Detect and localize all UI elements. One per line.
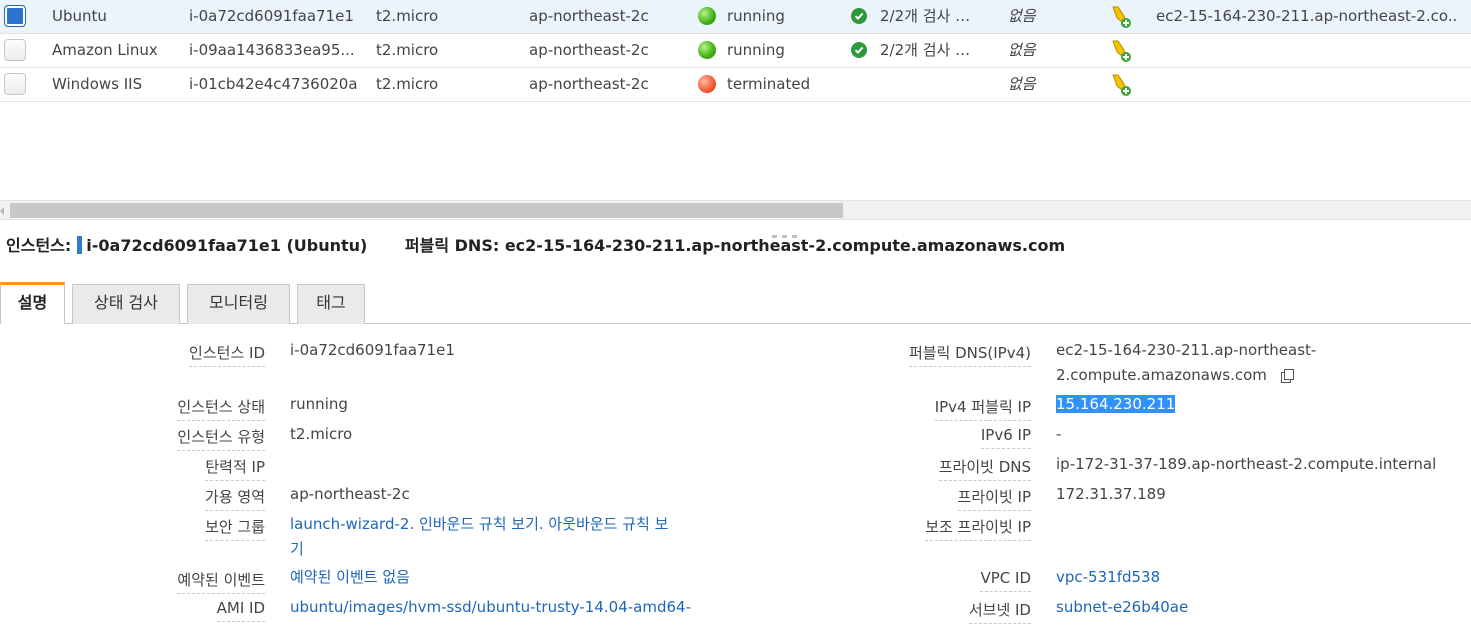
instance-id-value: i-0a72cd6091faa71e1 xyxy=(290,341,455,359)
instance-state-value: running xyxy=(290,395,348,413)
horizontal-scrollbar[interactable] xyxy=(0,200,1471,220)
detail-label: 인스턴스 ID xyxy=(189,342,265,367)
detail-label: AMI ID xyxy=(216,599,265,622)
check-passed-icon xyxy=(851,42,867,58)
instance-detail-header: 인스턴스: i-0a72cd6091faa71e1 (Ubuntu) 퍼블릭 DN… xyxy=(6,234,1065,258)
status-check: 2/2개 검사 … xyxy=(880,41,971,59)
table-row[interactable]: Ubuntu i-0a72cd6091faa71e1 t2.micro ap-n… xyxy=(0,0,1471,34)
detail-tabs: 설명 상태 검사 모니터링 태그 xyxy=(0,282,1471,324)
detail-label: 인스턴스 상태 xyxy=(177,396,265,421)
subnet-id-link[interactable]: subnet-e26b40ae xyxy=(1056,594,1188,620)
public-dns xyxy=(1156,68,1456,101)
private-ip-value: 172.31.37.189 xyxy=(1056,485,1166,503)
instance-type: t2.micro xyxy=(376,7,439,25)
availability-zone: ap-northeast-2c xyxy=(529,7,649,25)
selection-color-bar xyxy=(77,236,83,254)
public-dns: ec2-15-164-230-211.ap-northeast-2.co... xyxy=(1156,7,1456,25)
ipv6-ip-value: - xyxy=(1056,425,1062,443)
public-dns-ipv4-value-cont: 2.compute.amazonaws.com xyxy=(1056,362,1294,388)
public-dns-value: ec2-15-164-230-211.ap-northeast-2.comput… xyxy=(504,236,1066,255)
instance-id: i-09aa1436833ea95... xyxy=(189,41,355,59)
check-passed-icon xyxy=(851,8,867,24)
alarm-status: 없음 xyxy=(1008,75,1036,93)
row-checkbox[interactable] xyxy=(4,73,26,95)
detail-label: 보안 그룹 xyxy=(205,516,265,541)
panel-resize-handle[interactable] xyxy=(772,224,808,238)
instance-state: running xyxy=(727,7,785,25)
detail-label: 탄력적 IP xyxy=(205,456,265,481)
instance-state: terminated xyxy=(727,75,811,93)
tab-monitoring[interactable]: 모니터링 xyxy=(187,284,290,324)
instance-name: Ubuntu xyxy=(52,7,107,25)
scheduled-events-link[interactable]: 예약된 이벤트 없음 xyxy=(290,564,410,590)
security-group-link-cont[interactable]: 기 xyxy=(290,536,304,562)
status-check: 2/2개 검사 … xyxy=(880,7,971,25)
alarm-status: 없음 xyxy=(1008,41,1036,59)
instance-table: Ubuntu i-0a72cd6091faa71e1 t2.micro ap-n… xyxy=(0,0,1471,102)
add-alarm-icon[interactable] xyxy=(1108,4,1134,30)
instance-type-value: t2.micro xyxy=(290,425,353,443)
detail-label: IPv6 IP xyxy=(980,426,1031,449)
instance-label: 인스턴스: xyxy=(6,236,72,255)
scroll-left-arrow-icon[interactable] xyxy=(0,207,4,215)
detail-label: IPv4 퍼블릭 IP xyxy=(934,396,1031,421)
selected-text: 15.164.230.211 xyxy=(1056,395,1176,413)
instance-id: i-01cb42e4c4736020a xyxy=(189,75,357,93)
running-status-icon xyxy=(698,41,716,59)
row-checkbox[interactable] xyxy=(4,5,26,27)
private-dns-value: ip-172-31-37-189.ap-northeast-2.compute.… xyxy=(1056,455,1437,473)
instance-value: i-0a72cd6091faa71e1 (Ubuntu) xyxy=(86,236,368,255)
instance-name: Amazon Linux xyxy=(52,41,158,59)
tab-tags[interactable]: 태그 xyxy=(297,284,365,324)
description-panel: 인스턴스 ID 인스턴스 상태 인스턴스 유형 탄력적 IP 가용 영역 보안 … xyxy=(0,324,1471,627)
detail-label: 프라이빗 IP xyxy=(957,486,1031,511)
detail-label: 가용 영역 xyxy=(205,486,265,511)
running-status-icon xyxy=(698,7,716,25)
security-group-link[interactable]: launch-wizard-2. 인바운드 규칙 보기. 아웃바운드 규칙 보 xyxy=(290,511,668,537)
status-check xyxy=(880,68,985,101)
tab-description[interactable]: 설명 xyxy=(0,282,65,324)
terminated-status-icon xyxy=(698,75,716,93)
instance-id: i-0a72cd6091faa71e1 xyxy=(189,7,354,25)
public-dns-ipv4-value: ec2-15-164-230-211.ap-northeast- xyxy=(1056,341,1317,359)
ami-id-link[interactable]: ubuntu/images/hvm-ssd/ubuntu-trusty-14.0… xyxy=(290,594,691,620)
copy-icon[interactable] xyxy=(1280,369,1294,383)
scrollbar-thumb[interactable] xyxy=(10,203,843,218)
detail-label: 퍼블릭 DNS(IPv4) xyxy=(908,342,1031,367)
instance-state: running xyxy=(727,41,785,59)
row-checkbox[interactable] xyxy=(4,39,26,61)
alarm-status: 없음 xyxy=(1008,7,1036,25)
public-dns xyxy=(1156,34,1456,67)
add-alarm-icon[interactable] xyxy=(1108,72,1134,98)
instance-type: t2.micro xyxy=(376,75,439,93)
detail-label: 보조 프라이빗 IP xyxy=(925,516,1031,541)
table-row[interactable]: Amazon Linux i-09aa1436833ea95... t2.mic… xyxy=(0,34,1471,68)
detail-label: 프라이빗 DNS xyxy=(938,456,1031,481)
availability-zone-value: ap-northeast-2c xyxy=(290,485,410,503)
detail-label: 인스턴스 유형 xyxy=(177,426,265,451)
public-dns-label: 퍼블릭 DNS: xyxy=(404,236,500,255)
table-row[interactable]: Windows IIS i-01cb42e4c4736020a t2.micro… xyxy=(0,68,1471,102)
detail-label: 서브넷 ID xyxy=(968,599,1031,624)
vpc-id-link[interactable]: vpc-531fd538 xyxy=(1056,564,1160,590)
instance-name: Windows IIS xyxy=(52,75,143,93)
detail-label: VPC ID xyxy=(980,569,1031,592)
availability-zone: ap-northeast-2c xyxy=(529,75,649,93)
availability-zone: ap-northeast-2c xyxy=(529,41,649,59)
instance-type: t2.micro xyxy=(376,41,439,59)
add-alarm-icon[interactable] xyxy=(1108,38,1134,64)
ipv4-public-ip-value: 15.164.230.211 xyxy=(1056,391,1176,417)
tab-status-checks[interactable]: 상태 검사 xyxy=(72,284,180,324)
detail-label: 예약된 이벤트 xyxy=(177,569,265,594)
